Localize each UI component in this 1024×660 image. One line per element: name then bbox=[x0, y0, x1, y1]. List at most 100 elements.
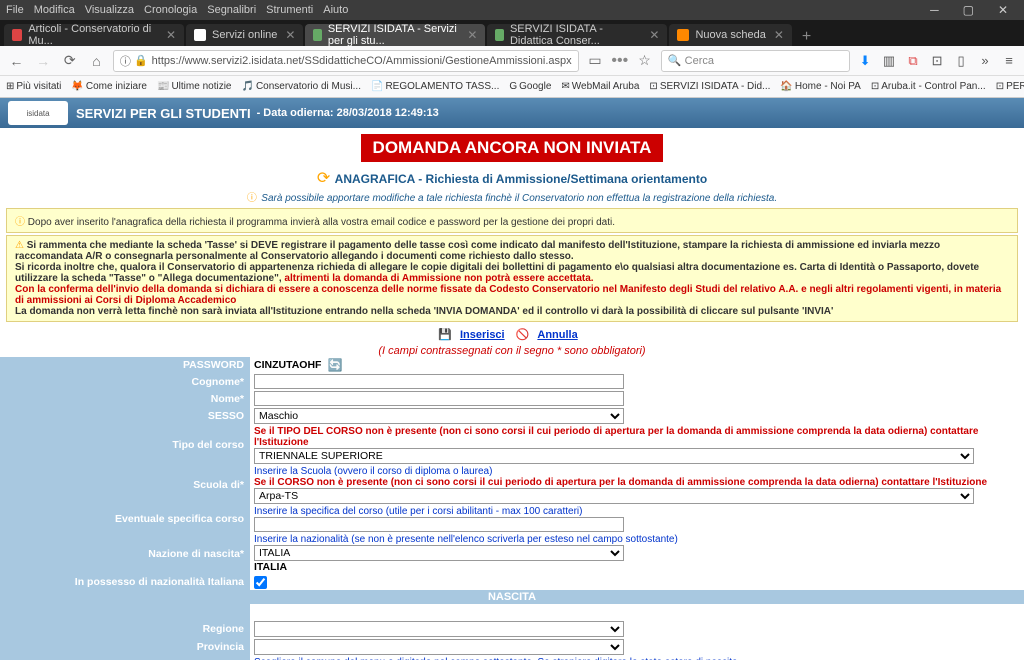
reload-button[interactable]: ⟳ bbox=[59, 50, 80, 72]
bookmark-item[interactable]: 📄 REGOLAMENTO TASS... bbox=[371, 81, 499, 92]
window-maximize-icon[interactable]: ▢ bbox=[963, 3, 974, 17]
tab-close-icon[interactable]: ✕ bbox=[166, 28, 176, 42]
browser-tab[interactable]: SERVIZI ISIDATA - Servizi per gli stu...… bbox=[305, 24, 485, 46]
status-banner: DOMANDA ANCORA NON INVIATA bbox=[361, 134, 664, 162]
tab-label: Servizi online bbox=[212, 29, 277, 41]
tab-favicon-icon bbox=[313, 29, 321, 41]
tab-label: Nuova scheda bbox=[695, 29, 765, 41]
provincia-select[interactable] bbox=[254, 639, 624, 655]
browser-tab[interactable]: Nuova scheda ✕ bbox=[669, 24, 791, 46]
nazione-select[interactable]: ITALIA bbox=[254, 545, 624, 561]
bookmark-item[interactable]: ⊡ PERLA PA - Home Page bbox=[996, 81, 1024, 92]
menu-file[interactable]: File bbox=[6, 4, 24, 16]
annulla-link[interactable]: Annulla bbox=[537, 329, 577, 341]
tab-close-icon[interactable]: ✕ bbox=[467, 28, 477, 42]
menu-visualizza[interactable]: Visualizza bbox=[85, 4, 134, 16]
warn-icon: ⚠ bbox=[15, 240, 24, 251]
bookmark-item[interactable]: 🎵 Conservatorio di Musi... bbox=[241, 81, 361, 92]
form: PASSWORDCINZUTAOHF🔄 Cognome* Nome* SESSO… bbox=[0, 357, 1024, 660]
url-input[interactable]: ⓘ 🔒https://www.servizi2.isidata.net/SSdi… bbox=[113, 50, 579, 72]
window-minimize-icon[interactable]: ─ bbox=[930, 3, 939, 17]
warn-text: La domanda non verrà letta finchè non sa… bbox=[15, 306, 833, 317]
library-icon[interactable]: ▥ bbox=[880, 52, 898, 70]
nome-input[interactable] bbox=[254, 391, 624, 406]
back-button[interactable]: ← bbox=[6, 50, 27, 72]
tab-label: Articoli - Conservatorio di Mu... bbox=[28, 23, 158, 47]
bookmark-item[interactable]: ⊞ Più visitati bbox=[6, 81, 61, 92]
reader-icon[interactable]: ▭ bbox=[585, 50, 606, 72]
required-note: (I campi contrassegnati con il segno * s… bbox=[0, 345, 1024, 357]
tab-close-icon[interactable]: ✕ bbox=[285, 28, 295, 42]
info-icon[interactable]: ⓘ bbox=[120, 53, 131, 69]
label-password: PASSWORD bbox=[0, 357, 250, 373]
bookmark-item[interactable]: G Google bbox=[509, 81, 551, 92]
specifica-input[interactable] bbox=[254, 517, 624, 532]
browser-tab[interactable]: Servizi online ✕ bbox=[186, 24, 303, 46]
pocket-icon[interactable]: ⊡ bbox=[928, 52, 946, 70]
save-icon: 💾 bbox=[438, 329, 452, 341]
browser-tabbar: Articoli - Conservatorio di Mu... ✕ Servi… bbox=[0, 20, 1024, 46]
bookmark-item[interactable]: 🦊 Come iniziare bbox=[71, 81, 147, 92]
header-title: SERVIZI PER GLI STUDENTI bbox=[76, 106, 251, 121]
star-icon[interactable]: ☆ bbox=[634, 50, 655, 72]
browser-tab[interactable]: Articoli - Conservatorio di Mu... ✕ bbox=[4, 24, 184, 46]
sesso-select[interactable]: Maschio bbox=[254, 408, 624, 424]
menu-aiuto[interactable]: Aiuto bbox=[323, 4, 348, 16]
tab-favicon-icon bbox=[12, 29, 22, 41]
label-scuola: Scuola di* bbox=[0, 465, 250, 505]
possesso-checkbox[interactable] bbox=[254, 576, 267, 589]
bookmark-item[interactable]: ⊡ SERVIZI ISIDATA - Did... bbox=[649, 81, 770, 92]
bookmark-item[interactable]: ⊡ Aruba.it - Control Pan... bbox=[871, 81, 986, 92]
tipocorso-select[interactable]: TRIENNALE SUPERIORE bbox=[254, 448, 974, 464]
info-icon: ⓘ bbox=[247, 193, 257, 204]
section-note: Sarà possibile apportare modifiche a tal… bbox=[261, 193, 777, 204]
menu-segnalibri[interactable]: Segnalibri bbox=[207, 4, 256, 16]
bookmarks-bar: ⊞ Più visitati 🦊 Come iniziare 📰 Ultime … bbox=[0, 76, 1024, 98]
menu-icon[interactable]: ≡ bbox=[1000, 52, 1018, 70]
addon-icon[interactable]: ⧉ bbox=[904, 52, 922, 70]
home-button[interactable]: ⌂ bbox=[86, 50, 107, 72]
label-regione: Regione bbox=[0, 620, 250, 638]
search-icon: 🔍 bbox=[668, 54, 682, 67]
tab-close-icon[interactable]: ✕ bbox=[649, 28, 659, 42]
app-header: isidata SERVIZI PER GLI STUDENTI - Data … bbox=[0, 98, 1024, 128]
label-nazione: Nazione di nascita* bbox=[0, 533, 250, 574]
section-title: ANAGRAFICA - Richiesta di Ammissione/Set… bbox=[335, 172, 708, 186]
bookmark-item[interactable]: 📰 Ultime notizie bbox=[157, 81, 231, 92]
search-input[interactable]: 🔍 Cerca bbox=[661, 50, 850, 72]
search-placeholder: Cerca bbox=[685, 55, 714, 67]
warn-text-red: Con la conferma dell'invio della domanda… bbox=[15, 284, 1001, 306]
sidebar-icon[interactable]: ▯ bbox=[952, 52, 970, 70]
password-value: CINZUTAOHF bbox=[254, 359, 321, 371]
section-nascita: NASCITA bbox=[0, 590, 1024, 604]
header-date: - Data odierna: 28/03/2018 12:49:13 bbox=[257, 107, 439, 119]
tab-close-icon[interactable]: ✕ bbox=[774, 28, 784, 42]
tab-favicon-icon bbox=[495, 29, 503, 41]
hint-tipocorso: Se il TIPO DEL CORSO non è presente (non… bbox=[254, 426, 1020, 448]
hint-scuola1: Inserire la Scuola (ovvero il corso di d… bbox=[254, 466, 492, 477]
logo: isidata bbox=[8, 101, 68, 125]
overflow-icon[interactable]: » bbox=[976, 52, 994, 70]
browser-addressbar: ← → ⟳ ⌂ ⓘ 🔒https://www.servizi2.isidata.… bbox=[0, 46, 1024, 76]
menu-strumenti[interactable]: Strumenti bbox=[266, 4, 313, 16]
browser-tab[interactable]: SERVIZI ISIDATA - Didattica Conser...✕ bbox=[487, 24, 667, 46]
scuola-select[interactable]: Arpa-TS bbox=[254, 488, 974, 504]
hint-specifica: Inserire la specifica del corso (utile p… bbox=[254, 506, 582, 517]
cancel-icon: 🚫 bbox=[516, 329, 530, 341]
inserisci-link[interactable]: Inserisci bbox=[460, 329, 505, 341]
bookmark-item[interactable]: 🏠 Home - Noi PA bbox=[780, 81, 860, 92]
bookmark-item[interactable]: ✉ WebMail Aruba bbox=[561, 81, 639, 92]
cognome-input[interactable] bbox=[254, 374, 624, 389]
menu-modifica[interactable]: Modifica bbox=[34, 4, 75, 16]
forward-button[interactable]: → bbox=[33, 50, 54, 72]
tab-label: SERVIZI ISIDATA - Servizi per gli stu... bbox=[328, 23, 460, 47]
download-icon[interactable]: ⬇ bbox=[856, 52, 874, 70]
regen-password-icon[interactable]: 🔄 bbox=[327, 358, 342, 372]
window-close-icon[interactable]: ✕ bbox=[998, 3, 1008, 17]
regione-select[interactable] bbox=[254, 621, 624, 637]
url-text: https://www.servizi2.isidata.net/SSdidat… bbox=[152, 55, 572, 67]
menu-cronologia[interactable]: Cronologia bbox=[144, 4, 197, 16]
new-tab-button[interactable]: + bbox=[794, 28, 819, 46]
tab-favicon-icon bbox=[194, 29, 206, 41]
refresh-icon[interactable]: ⟳ bbox=[317, 170, 330, 187]
